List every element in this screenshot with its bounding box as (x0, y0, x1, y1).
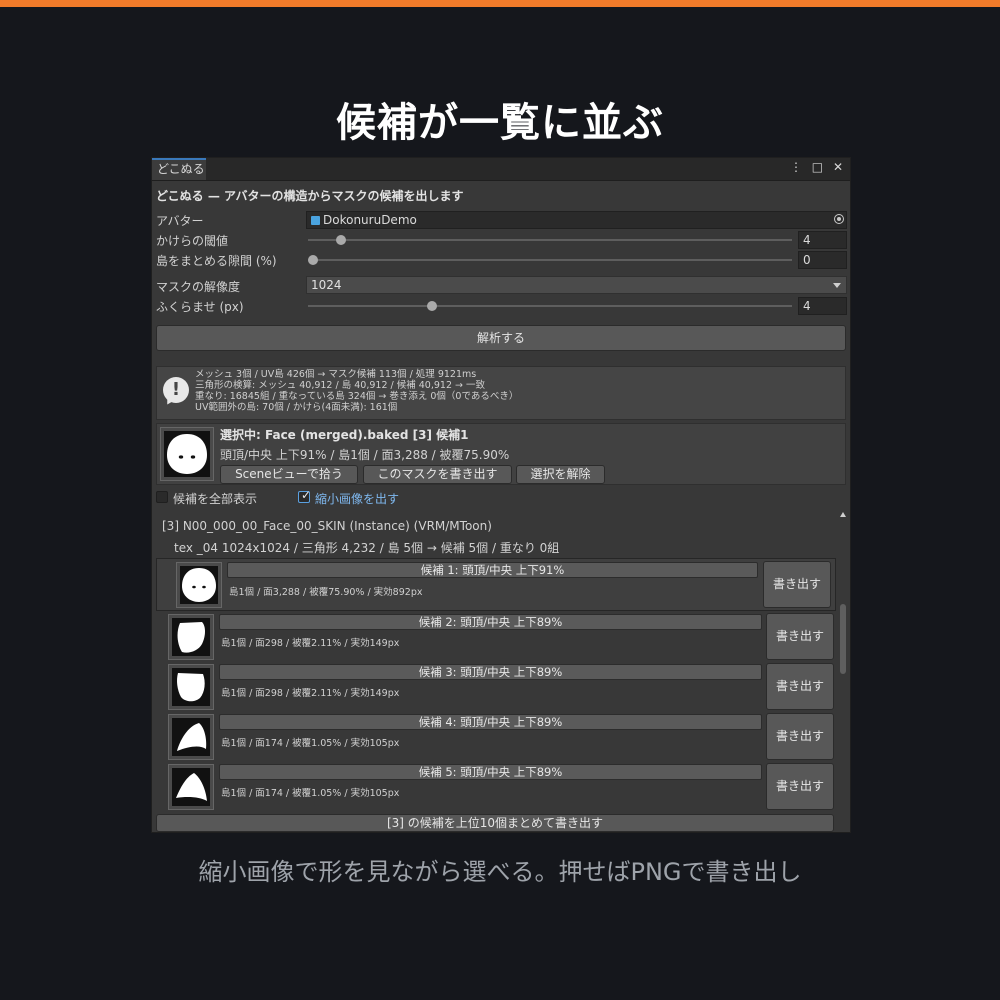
checkmark-icon: ✓ (301, 488, 312, 502)
thumbnails-label: 縮小画像を出す (315, 492, 400, 506)
info-line: UV範囲外の島: 70個 / かけら(4面未満): 161個 (195, 402, 398, 413)
dilate-label: ふくらませ (px) (156, 300, 244, 314)
avatar-value: DokonuruDemo (323, 213, 417, 227)
mesh-details: tex _04 1024x1024 / 三角形 4,232 / 島 5個 → 候… (174, 541, 560, 555)
analysis-info-box: ! メッシュ 3個 / UV島 426個 → マスク候補 113個 / 処理 9… (156, 366, 846, 420)
face-mask-shape (164, 431, 210, 477)
dilate-slider-track[interactable] (308, 305, 792, 307)
gap-threshold-label: かけらの閾値 (156, 234, 229, 248)
show-all-label: 候補を全部表示 (173, 492, 258, 506)
avatar-object-field[interactable]: DokonuruDemo (306, 211, 847, 229)
headline: 候補が一覧に並ぶ (336, 100, 664, 146)
candidate-export-button[interactable]: 書き出す (766, 663, 834, 710)
face-mask-shape (180, 566, 218, 604)
avatar-label: アバター (156, 214, 204, 228)
resolution-dropdown[interactable]: 1024 (306, 276, 847, 294)
scroll-thumb[interactable] (840, 604, 846, 674)
accent-bar (0, 0, 1000, 7)
resolution-label: マスクの解像度 (156, 280, 241, 294)
deselect-button[interactable]: 選択を解除 (516, 465, 605, 484)
island-gap-label: 島をまとめる隙間 (%) (156, 254, 277, 268)
analyze-button[interactable]: 解析する (156, 325, 846, 351)
window-controls: ⋮ □ ✕ (790, 160, 846, 174)
gap-threshold-slider-knob[interactable] (336, 235, 347, 245)
candidate-row-5[interactable]: 候補 5: 頭頂/中央 上下89% 島1個 / 面174 / 被覆1.05% /… (168, 763, 836, 813)
resolution-value: 1024 (311, 278, 342, 292)
candidate-export-button[interactable]: 書き出す (766, 613, 834, 660)
candidate-thumbnail (168, 664, 214, 710)
island-gap-slider-track[interactable] (308, 259, 792, 261)
candidate-stats: 島1個 / 面174 / 被覆1.05% / 実効105px (221, 788, 400, 799)
window-title: どこぬる — アバターの構造からマスクの候補を出します (156, 189, 464, 203)
object-picker-icon[interactable] (834, 214, 844, 224)
candidate-thumbnail (168, 614, 214, 660)
maximize-icon[interactable]: □ (812, 160, 826, 174)
island-gap-slider-knob[interactable] (308, 255, 318, 265)
dilate-input[interactable]: 4 (798, 297, 847, 315)
cheek-mask-shape (172, 618, 210, 656)
bulk-export-button[interactable]: [3] の候補を上位10個まとめて書き出す (156, 814, 834, 832)
tab-strip: どこぬる ⋮ □ ✕ (152, 158, 850, 181)
analysis-info-text: メッシュ 3個 / UV島 426個 → マスク候補 113個 / 処理 912… (195, 369, 518, 413)
selection-panel: 選択中: Face (merged).baked [3] 候補1 頭頂/中央 上… (156, 423, 846, 485)
candidate-stats: 島1個 / 面298 / 被覆2.11% / 実効149px (221, 638, 400, 649)
ear-mask-shape (172, 718, 210, 756)
export-mask-button[interactable]: このマスクを書き出す (363, 465, 512, 484)
candidate-title[interactable]: 候補 2: 頭頂/中央 上下89% (219, 614, 762, 630)
candidate-title[interactable]: 候補 5: 頭頂/中央 上下89% (219, 764, 762, 780)
candidate-title[interactable]: 候補 3: 頭頂/中央 上下89% (219, 664, 762, 680)
selected-mask-thumbnail (160, 427, 214, 481)
mesh-header: [3] N00_000_00_Face_00_SKIN (Instance) (… (162, 519, 492, 533)
candidate-thumbnail (176, 562, 222, 608)
editor-window: どこぬる ⋮ □ ✕ どこぬる — アバターの構造からマスクの候補を出します ア… (151, 157, 851, 833)
candidate-stats: 島1個 / 面174 / 被覆1.05% / 実効105px (221, 738, 400, 749)
caption: 縮小画像で形を見ながら選べる。押せばPNGで書き出し (198, 858, 802, 886)
candidate-thumbnail (168, 764, 214, 810)
thumbnails-checkbox[interactable]: ✓ (298, 488, 312, 503)
kebab-menu-icon[interactable]: ⋮ (790, 160, 805, 174)
list-scrollbar[interactable] (840, 512, 848, 812)
info-line: 三角形の検算: メッシュ 40,912 / 島 40,912 / 候補 40,9… (195, 380, 485, 391)
info-line: メッシュ 3個 / UV島 426個 → マスク候補 113個 / 処理 912… (195, 369, 477, 380)
gap-threshold-slider-track[interactable] (308, 239, 792, 241)
tab-dokonuru[interactable]: どこぬる (152, 158, 206, 180)
candidate-thumbnail (168, 714, 214, 760)
candidate-title[interactable]: 候補 4: 頭頂/中央 上下89% (219, 714, 762, 730)
pick-in-scene-button[interactable]: Sceneビューで拾う (220, 465, 358, 484)
candidate-row-3[interactable]: 候補 3: 頭頂/中央 上下89% 島1個 / 面298 / 被覆2.11% /… (168, 663, 836, 713)
close-icon[interactable]: ✕ (833, 160, 846, 174)
ear-mask-shape (172, 768, 210, 806)
candidate-stats: 島1個 / 面298 / 被覆2.11% / 実効149px (221, 688, 400, 699)
cheek-mask-shape (172, 668, 210, 706)
candidate-row-4[interactable]: 候補 4: 頭頂/中央 上下89% 島1個 / 面174 / 被覆1.05% /… (168, 713, 836, 763)
dilate-slider-knob[interactable] (426, 301, 437, 311)
candidate-row-2[interactable]: 候補 2: 頭頂/中央 上下89% 島1個 / 面298 / 被覆2.11% /… (168, 613, 836, 663)
selection-title: 選択中: Face (merged).baked [3] 候補1 (220, 428, 469, 442)
chevron-down-icon (833, 283, 841, 288)
candidate-row-1[interactable]: 候補 1: 頭頂/中央 上下91% 島1個 / 面3,288 / 被覆75.90… (156, 558, 836, 611)
selection-subtitle: 頭頂/中央 上下91% / 島1個 / 面3,288 / 被覆75.90% (220, 448, 510, 462)
gap-threshold-input[interactable]: 4 (798, 231, 847, 249)
candidate-export-button[interactable]: 書き出す (766, 763, 834, 810)
candidate-stats: 島1個 / 面3,288 / 被覆75.90% / 実効892px (229, 587, 423, 598)
scroll-up-arrow-icon[interactable] (840, 512, 846, 517)
island-gap-input[interactable]: 0 (798, 251, 847, 269)
info-line: 重なり: 16845組 / 重なっている島 324個 → 巻き添え 0個（0であ… (195, 391, 519, 402)
show-all-checkbox[interactable] (156, 491, 168, 503)
candidate-title[interactable]: 候補 1: 頭頂/中央 上下91% (227, 562, 758, 578)
prefab-cube-icon (311, 216, 320, 225)
candidate-export-button[interactable]: 書き出す (766, 713, 834, 760)
candidate-export-button[interactable]: 書き出す (763, 561, 831, 608)
